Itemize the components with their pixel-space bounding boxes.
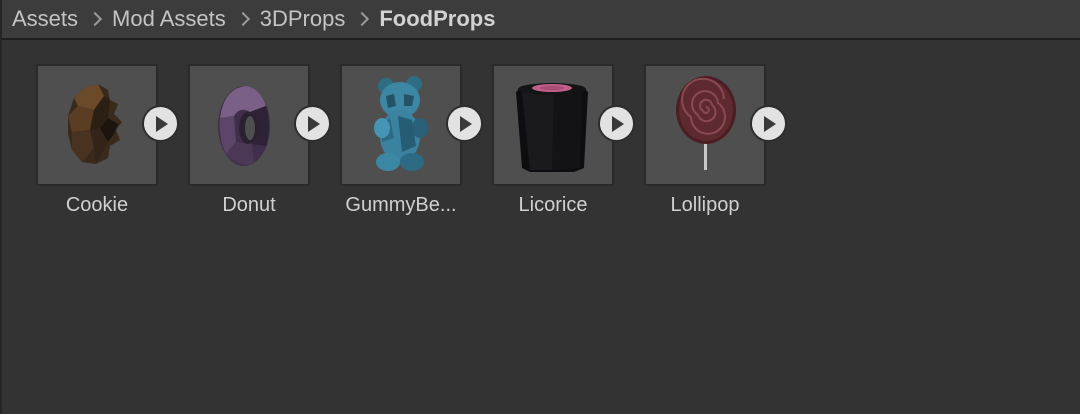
- project-browser: Assets Mod Assets 3DProps FoodProps Cook…: [0, 0, 1080, 414]
- chevron-right-icon: [226, 0, 260, 39]
- play-icon[interactable]: [144, 107, 177, 140]
- play-icon[interactable]: [752, 107, 785, 140]
- breadcrumb-item-assets[interactable]: Assets: [12, 0, 78, 39]
- asset-thumbnail[interactable]: [188, 64, 310, 186]
- breadcrumb-item-mod-assets[interactable]: Mod Assets: [112, 0, 226, 39]
- asset-item-cookie[interactable]: Cookie: [36, 64, 177, 224]
- asset-item-donut[interactable]: Donut: [188, 64, 329, 224]
- play-icon[interactable]: [448, 107, 481, 140]
- asset-label: Licorice: [518, 194, 588, 216]
- asset-item-licorice[interactable]: Licorice: [492, 64, 633, 224]
- asset-thumbnail[interactable]: [644, 64, 766, 186]
- gummy-bear-icon: [374, 76, 428, 171]
- asset-item-lollipop[interactable]: Lollipop: [644, 64, 785, 224]
- asset-grid: Cookie Donut GummyBe... Licorice Lollipo…: [36, 64, 1056, 244]
- asset-thumbnail[interactable]: [492, 64, 614, 186]
- asset-label: GummyBe...: [345, 194, 457, 216]
- asset-label: Lollipop: [670, 194, 740, 216]
- chevron-right-icon: [78, 0, 112, 39]
- asset-item-gummybear[interactable]: GummyBe...: [340, 64, 481, 224]
- play-icon[interactable]: [600, 107, 633, 140]
- chevron-right-icon: [345, 0, 379, 39]
- asset-label: Donut: [222, 194, 276, 216]
- play-icon[interactable]: [296, 107, 329, 140]
- asset-thumbnail[interactable]: [340, 64, 462, 186]
- cookie-icon: [68, 84, 122, 164]
- donut-icon: [218, 86, 270, 166]
- lollipop-icon: [676, 76, 736, 170]
- breadcrumb: Assets Mod Assets 3DProps FoodProps: [2, 0, 1080, 40]
- breadcrumb-item-foodprops[interactable]: FoodProps: [379, 0, 495, 39]
- asset-label: Cookie: [65, 194, 129, 216]
- licorice-icon: [516, 83, 588, 172]
- breadcrumb-item-3dprops[interactable]: 3DProps: [260, 0, 346, 39]
- asset-thumbnail[interactable]: [36, 64, 158, 186]
